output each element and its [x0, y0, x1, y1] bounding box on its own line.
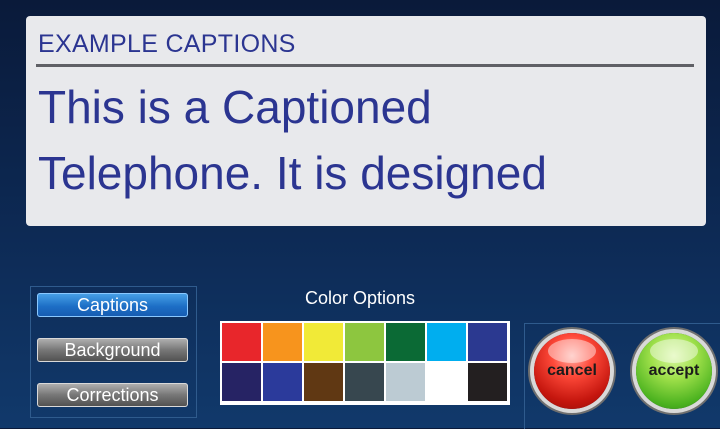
accept-label: accept — [648, 362, 700, 379]
cancel-button[interactable]: cancel — [534, 333, 610, 409]
color-swatch[interactable] — [427, 323, 466, 361]
captions-mode-button[interactable]: Captions — [37, 293, 188, 317]
caption-divider — [36, 64, 694, 67]
corrections-mode-button[interactable]: Corrections — [37, 383, 188, 407]
color-swatch[interactable] — [345, 363, 384, 401]
mode-selector: Captions Background Corrections — [30, 286, 197, 418]
color-palette — [220, 321, 510, 405]
color-swatch[interactable] — [386, 323, 425, 361]
color-swatch[interactable] — [468, 323, 507, 361]
caption-line-1: This is a Captioned — [38, 81, 432, 133]
color-swatch[interactable] — [222, 323, 261, 361]
screen: EXAMPLE CAPTIONS This is a Captioned Tel… — [0, 0, 720, 429]
color-swatch[interactable] — [304, 323, 343, 361]
color-swatch[interactable] — [345, 323, 384, 361]
color-swatch[interactable] — [263, 363, 302, 401]
caption-line-2: Telephone. It is designed — [38, 147, 547, 199]
color-swatch[interactable] — [222, 363, 261, 401]
accept-gloss — [650, 339, 698, 363]
cancel-label: cancel — [547, 362, 597, 379]
accept-button[interactable]: accept — [636, 333, 712, 409]
color-swatch[interactable] — [386, 363, 425, 401]
caption-preview-title: EXAMPLE CAPTIONS — [38, 30, 296, 58]
color-swatch[interactable] — [263, 323, 302, 361]
background-mode-button[interactable]: Background — [37, 338, 188, 362]
color-options-title: Color Options — [304, 288, 416, 308]
color-swatch[interactable] — [468, 363, 507, 401]
caption-preview-panel: EXAMPLE CAPTIONS This is a Captioned Tel… — [26, 16, 706, 226]
color-swatch[interactable] — [304, 363, 343, 401]
cancel-gloss — [548, 339, 596, 363]
color-swatch[interactable] — [427, 363, 466, 401]
